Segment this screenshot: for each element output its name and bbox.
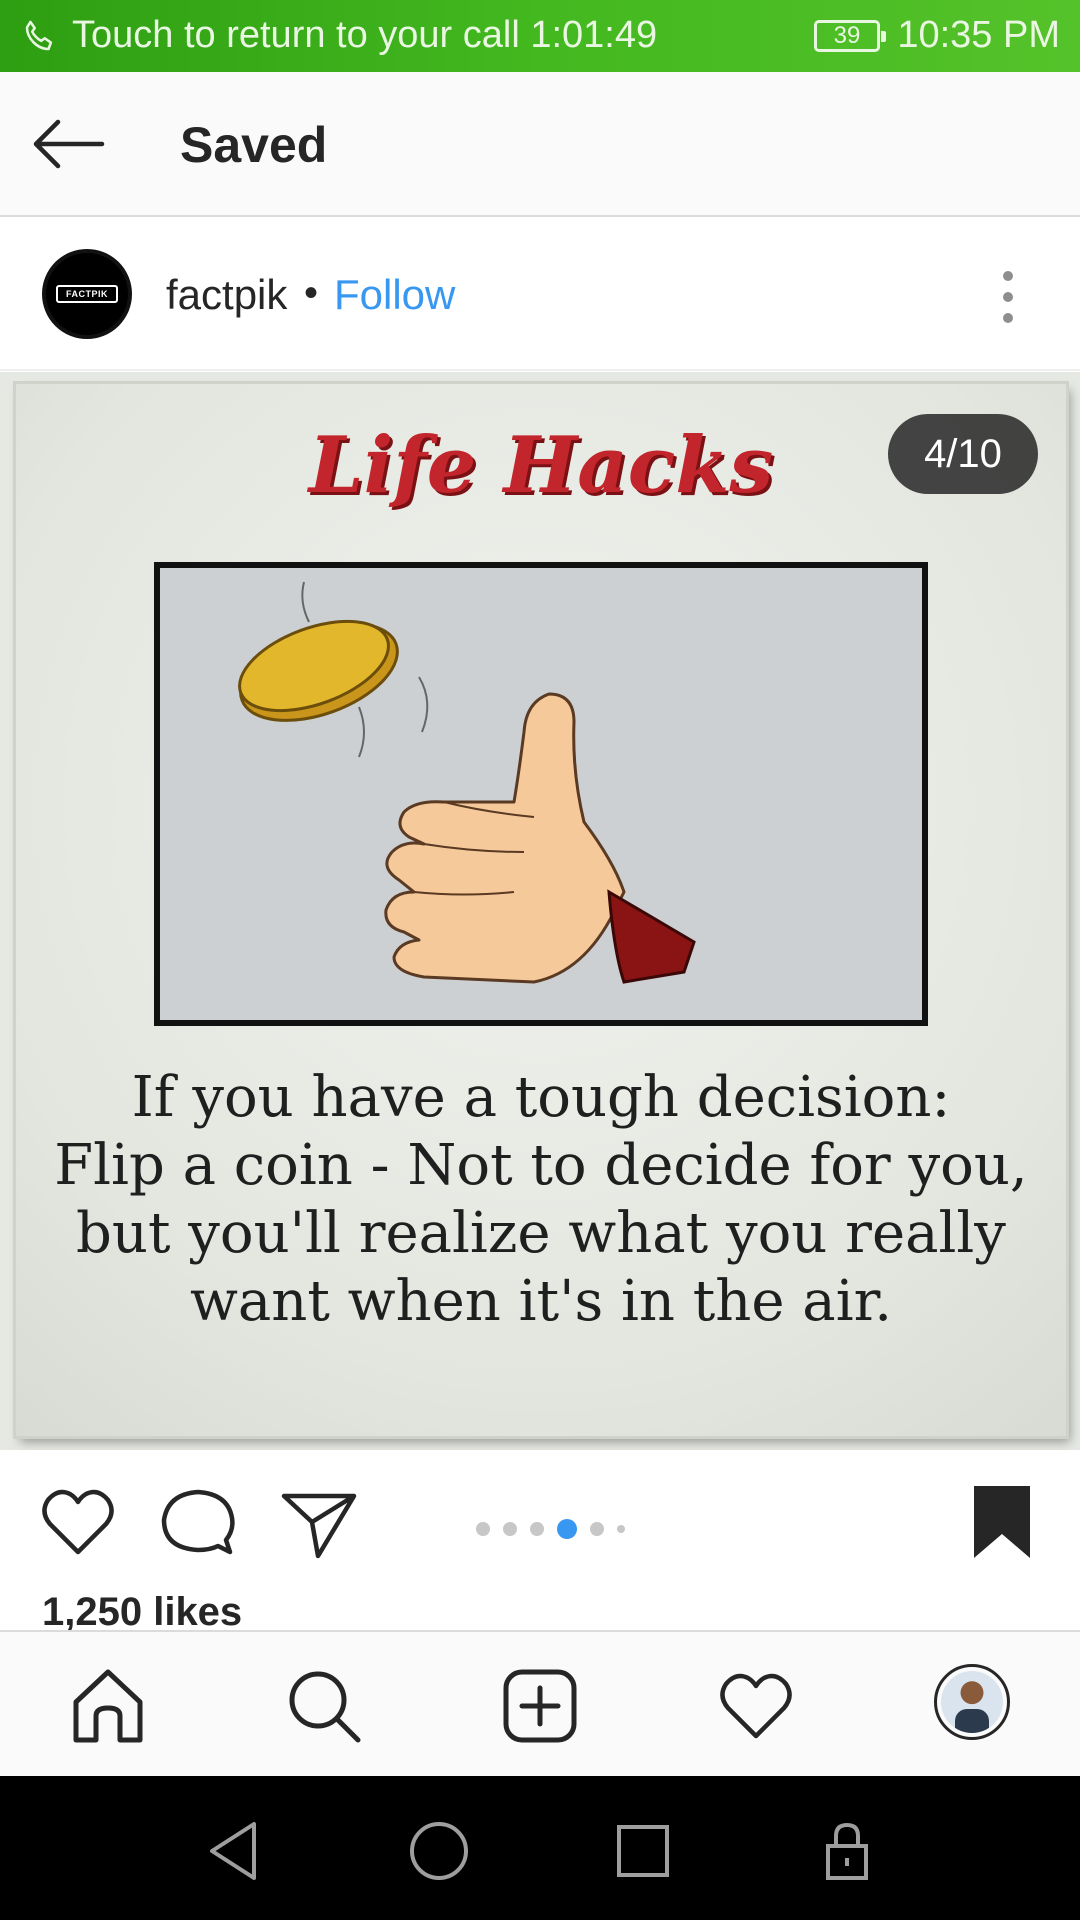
bottom-navigation [0, 1630, 1080, 1776]
app-header: Saved [0, 72, 1080, 217]
status-bar[interactable]: Touch to return to your call 1:01:49 39 … [0, 0, 1080, 72]
factpik-logo: FACTPIK [56, 285, 118, 303]
carousel-dot [530, 1522, 544, 1536]
back-triangle-icon[interactable] [200, 1816, 270, 1886]
phone-icon [25, 20, 53, 51]
carousel-dot [590, 1522, 604, 1536]
home-icon[interactable] [68, 1666, 148, 1746]
more-options-icon[interactable] [990, 267, 1026, 327]
return-to-call-text[interactable]: Touch to return to your call 1:01:49 [72, 14, 657, 57]
search-icon[interactable] [284, 1666, 364, 1746]
carousel-dots [476, 1518, 625, 1540]
battery-icon: 39 [814, 20, 886, 52]
comment-icon[interactable] [158, 1482, 238, 1562]
back-arrow-icon[interactable] [28, 112, 108, 176]
likes-count[interactable]: 1,250 likes [42, 1590, 242, 1635]
home-circle-icon[interactable] [404, 1816, 474, 1886]
separator-dot: • [304, 271, 319, 315]
post-action-bar [0, 1450, 1080, 1580]
coin-flip-illustration [154, 562, 928, 1026]
post-header: FACTPIK factpik • Follow [0, 219, 1080, 371]
page-title: Saved [180, 117, 328, 173]
carousel-dot [503, 1522, 517, 1536]
share-icon[interactable] [278, 1482, 358, 1562]
carousel-dot [476, 1522, 490, 1536]
clock: 10:35 PM [897, 14, 1060, 56]
follow-button[interactable]: Follow [334, 271, 455, 319]
card-caption: If you have a tough decision: Flip a coi… [54, 1065, 1028, 1334]
account-avatar[interactable]: FACTPIK [42, 249, 132, 339]
system-navigation-bar [0, 1776, 1080, 1920]
bookmark-icon[interactable] [962, 1482, 1042, 1562]
post-image[interactable]: Life Hacks If you have a tough decision:… [0, 372, 1080, 1450]
add-post-icon[interactable] [500, 1666, 580, 1746]
life-hack-card: Life Hacks If you have a tough decision:… [16, 384, 1066, 1436]
battery-level: 39 [833, 22, 861, 49]
username[interactable]: factpik [166, 271, 287, 319]
carousel-dot [617, 1525, 625, 1533]
profile-avatar[interactable] [934, 1664, 1010, 1740]
carousel-page-indicator: 4/10 [888, 414, 1038, 494]
activity-heart-icon[interactable] [716, 1666, 796, 1746]
carousel-dot-active [557, 1519, 577, 1539]
lock-icon[interactable] [812, 1816, 882, 1886]
heart-icon[interactable] [38, 1482, 118, 1562]
recents-square-icon[interactable] [608, 1816, 678, 1886]
